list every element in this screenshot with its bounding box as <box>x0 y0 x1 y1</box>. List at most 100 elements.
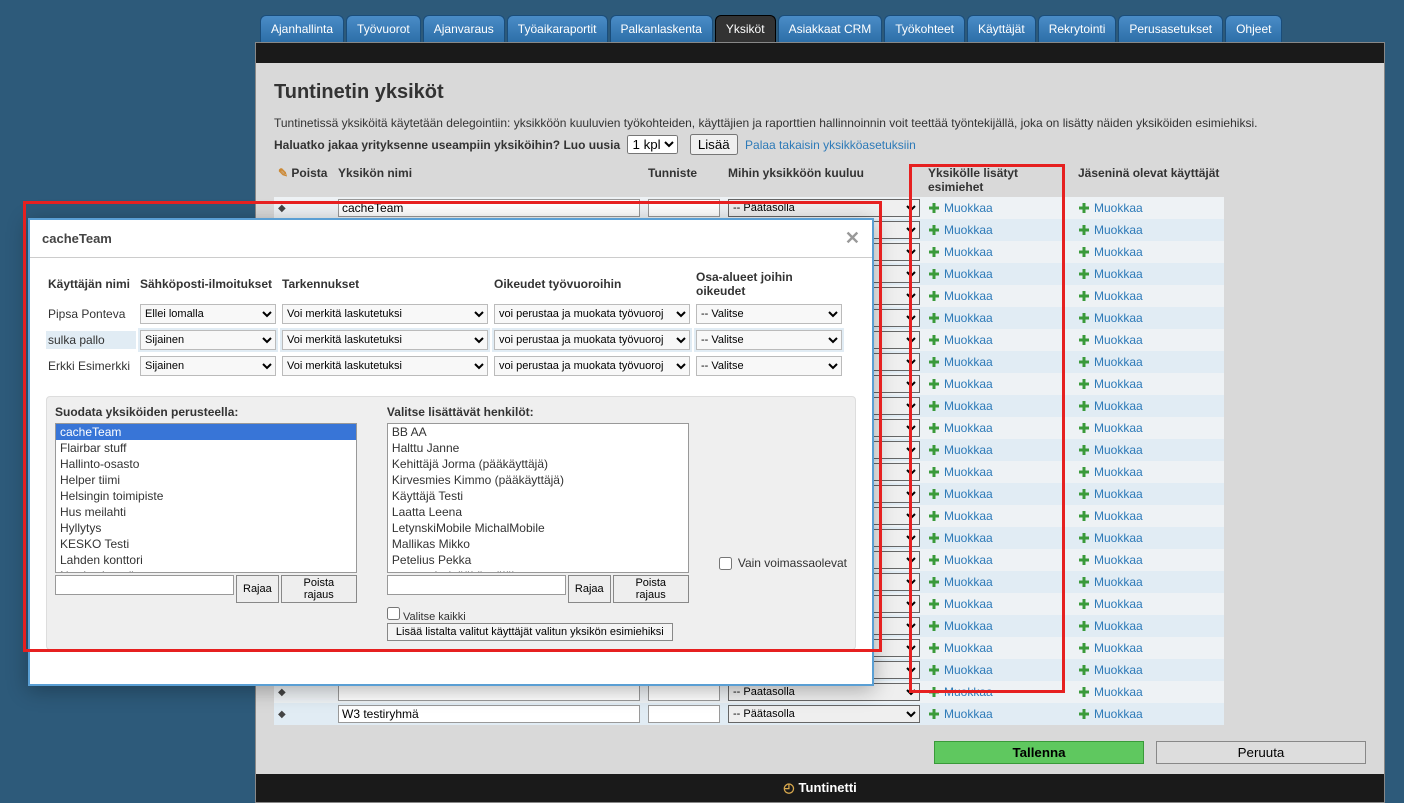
person-option[interactable]: Halttu Janne <box>388 440 688 456</box>
rights-select[interactable]: voi perustaa ja muokata työvuoroj <box>494 356 690 376</box>
people-filter-button[interactable]: Rajaa <box>568 575 611 603</box>
back-link[interactable]: Palaa takaisin yksikköasetuksiin <box>745 138 916 152</box>
tab-työaikaraportit[interactable]: Työaikaraportit <box>507 15 608 42</box>
rights-select[interactable]: voi perustaa ja muokata työvuoroj <box>494 330 690 350</box>
tab-työkohteet[interactable]: Työkohteet <box>884 15 965 42</box>
edit-link[interactable]: Muokkaa <box>1078 333 1143 347</box>
edit-link[interactable]: Muokkaa <box>1078 509 1143 523</box>
people-listbox[interactable]: BB AAHalttu JanneKehittäjä Jorma (pääkäy… <box>387 423 689 573</box>
person-option[interactable]: Petelius Pekka <box>388 552 688 568</box>
parent-select[interactable]: -- Päätasolla <box>728 199 920 217</box>
edit-link[interactable]: Muokkaa <box>928 355 993 369</box>
edit-link[interactable]: Muokkaa <box>1078 685 1143 699</box>
unit-option[interactable]: Helsingin toimipiste <box>56 488 356 504</box>
edit-link[interactable]: Muokkaa <box>1078 377 1143 391</box>
unit-filter-input[interactable] <box>55 575 234 595</box>
edit-link[interactable]: Muokkaa <box>1078 245 1143 259</box>
edit-link[interactable]: Muokkaa <box>928 289 993 303</box>
email-select[interactable]: Sijainen <box>140 330 276 350</box>
person-option[interactable]: Kirvesmies Kimmo (pääkäyttäjä) <box>388 472 688 488</box>
unit-option[interactable]: Flairbar stuff <box>56 440 356 456</box>
edit-link[interactable]: Muokkaa <box>928 707 993 721</box>
modal-scrollbar[interactable] <box>34 662 868 680</box>
area-select[interactable]: -- Valitse <box>696 304 842 324</box>
edit-link[interactable]: Muokkaa <box>928 619 993 633</box>
unit-option[interactable]: Nordex kenttä <box>56 568 356 573</box>
edit-link[interactable]: Muokkaa <box>1078 597 1143 611</box>
people-filter-input[interactable] <box>387 575 566 595</box>
person-option[interactable]: Mallikas Mikko <box>388 536 688 552</box>
edit-link[interactable]: Muokkaa <box>928 663 993 677</box>
add-managers-button[interactable]: Lisää listalta valitut käyttäjät valitun… <box>387 623 673 641</box>
tark-select[interactable]: Voi merkitä laskutetuksi <box>282 330 488 350</box>
tab-käyttäjät[interactable]: Käyttäjät <box>967 15 1036 42</box>
tab-työvuorot[interactable]: Työvuorot <box>346 15 421 42</box>
edit-link[interactable]: Muokkaa <box>928 685 993 699</box>
row-handle[interactable]: ◆ <box>278 709 286 720</box>
edit-link[interactable]: Muokkaa <box>928 267 993 281</box>
edit-link[interactable]: Muokkaa <box>928 597 993 611</box>
tab-ohjeet[interactable]: Ohjeet <box>1225 15 1282 42</box>
area-select[interactable]: -- Valitse <box>696 330 842 350</box>
edit-link[interactable]: Muokkaa <box>1078 311 1143 325</box>
edit-link[interactable]: Muokkaa <box>928 223 993 237</box>
edit-link[interactable]: Muokkaa <box>928 487 993 501</box>
tark-select[interactable]: Voi merkitä laskutetuksi <box>282 304 488 324</box>
person-option[interactable]: BB AA <box>388 424 688 440</box>
close-icon[interactable]: ✕ <box>845 228 860 249</box>
rights-select[interactable]: voi perustaa ja muokata työvuoroj <box>494 304 690 324</box>
unit-option[interactable]: cacheTeam <box>56 424 356 440</box>
edit-link[interactable]: Muokkaa <box>1078 399 1143 413</box>
unit-filter-button[interactable]: Rajaa <box>236 575 279 603</box>
cancel-button[interactable]: Peruuta <box>1156 741 1366 764</box>
edit-link[interactable]: Muokkaa <box>1078 465 1143 479</box>
unit-id-input[interactable] <box>648 705 720 723</box>
edit-link[interactable]: Muokkaa <box>1078 553 1143 567</box>
person-option[interactable]: LetynskiMobile MichalMobile <box>388 520 688 536</box>
edit-link[interactable]: Muokkaa <box>1078 487 1143 501</box>
unit-clear-button[interactable]: Poista rajaus <box>281 575 357 603</box>
person-option[interactable]: ss aramis (pääkäyttäjä) <box>388 568 688 573</box>
edit-link[interactable]: Muokkaa <box>1078 641 1143 655</box>
person-option[interactable]: Käyttäjä Testi <box>388 488 688 504</box>
unit-id-input[interactable] <box>648 199 720 217</box>
edit-link[interactable]: Muokkaa <box>1078 531 1143 545</box>
parent-select[interactable]: -- Päätasolla <box>728 705 920 723</box>
edit-link[interactable]: Muokkaa <box>928 201 993 215</box>
unit-option[interactable]: Hallinto-osasto <box>56 456 356 472</box>
edit-link[interactable]: Muokkaa <box>928 553 993 567</box>
edit-link[interactable]: Muokkaa <box>928 641 993 655</box>
edit-link[interactable]: Muokkaa <box>928 509 993 523</box>
tab-ajanvaraus[interactable]: Ajanvaraus <box>423 15 505 42</box>
edit-link[interactable]: Muokkaa <box>928 311 993 325</box>
tab-asiakkaat crm[interactable]: Asiakkaat CRM <box>778 15 883 42</box>
unit-option[interactable]: KESKO Testi <box>56 536 356 552</box>
edit-link[interactable]: Muokkaa <box>928 465 993 479</box>
unit-option[interactable]: Lahden konttori <box>56 552 356 568</box>
area-select[interactable]: -- Valitse <box>696 356 842 376</box>
edit-link[interactable]: Muokkaa <box>928 245 993 259</box>
save-button[interactable]: Tallenna <box>934 741 1144 764</box>
unit-option[interactable]: Helper tiimi <box>56 472 356 488</box>
quantity-select[interactable]: 1 kpl <box>627 135 678 154</box>
edit-link[interactable]: Muokkaa <box>1078 707 1143 721</box>
unit-option[interactable]: Hyllytys <box>56 520 356 536</box>
edit-link[interactable]: Muokkaa <box>928 443 993 457</box>
edit-link[interactable]: Muokkaa <box>1078 663 1143 677</box>
edit-link[interactable]: Muokkaa <box>928 421 993 435</box>
unit-name-input[interactable] <box>338 705 640 723</box>
unit-option[interactable]: Hus meilahti <box>56 504 356 520</box>
edit-link[interactable]: Muokkaa <box>928 333 993 347</box>
edit-link[interactable]: Muokkaa <box>1078 223 1143 237</box>
tab-ajanhallinta[interactable]: Ajanhallinta <box>260 15 344 42</box>
edit-link[interactable]: Muokkaa <box>1078 443 1143 457</box>
tark-select[interactable]: Voi merkitä laskutetuksi <box>282 356 488 376</box>
row-handle[interactable]: ◆ <box>278 687 286 698</box>
edit-link[interactable]: Muokkaa <box>1078 267 1143 281</box>
edit-link[interactable]: Muokkaa <box>1078 355 1143 369</box>
units-listbox[interactable]: cacheTeamFlairbar stuffHallinto-osastoHe… <box>55 423 357 573</box>
tab-palkanlaskenta[interactable]: Palkanlaskenta <box>610 15 713 42</box>
tab-yksiköt[interactable]: Yksiköt <box>715 15 776 42</box>
edit-link[interactable]: Muokkaa <box>928 531 993 545</box>
add-button[interactable]: Lisää <box>690 134 738 155</box>
